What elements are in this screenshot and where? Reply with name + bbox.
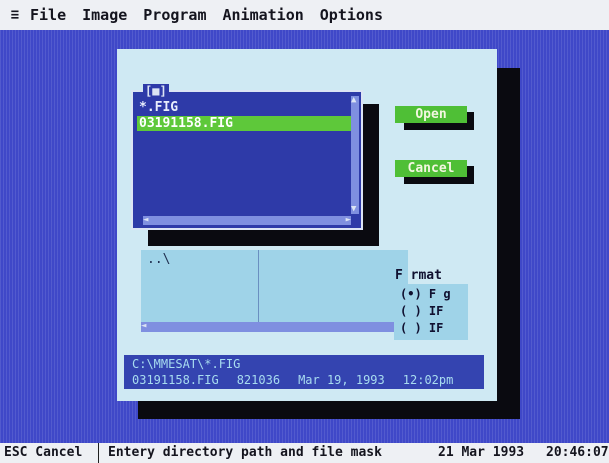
file-list-horizontal-scrollbar[interactable]: ◄ ► [143, 216, 351, 225]
file-list-item[interactable]: *.FIG [139, 100, 178, 115]
menu-bar: ≡ File Image Program Animation Options [0, 0, 609, 30]
file-date-detail: Mar 19, 1993 [298, 373, 385, 387]
menu-file[interactable]: File [30, 6, 66, 24]
menu-animation[interactable]: Animation [223, 6, 304, 24]
scroll-down-arrow-icon[interactable]: ▼ [351, 205, 356, 214]
path-mask-field[interactable]: C:\MMESAT\*.FIG [132, 357, 240, 371]
file-info-panel: C:\MMESAT\*.FIG 03191158.FIG 821036 Mar … [124, 355, 484, 389]
format-options: (•) F g ( ) IF ( ) IF [394, 284, 468, 340]
format-option-2[interactable]: ( ) IF [400, 304, 443, 318]
open-button[interactable]: Open [395, 106, 467, 123]
status-hint: Entery directory path and file mask [108, 445, 382, 460]
esc-cancel-hint[interactable]: ESC Cancel [4, 445, 82, 460]
status-separator [98, 443, 99, 463]
parent-directory-item[interactable]: ..\ [147, 252, 170, 267]
status-time: 20:46:07 [546, 445, 609, 460]
scroll-up-arrow-icon[interactable]: ▲ [351, 96, 356, 105]
status-bar: ESC Cancel Entery directory path and fil… [0, 443, 609, 463]
file-name-detail: 03191158.FIG [132, 373, 219, 387]
file-list-vertical-scrollbar[interactable]: ▲ ▼ [351, 96, 359, 214]
directory-horizontal-scrollbar[interactable]: ◄ [141, 322, 408, 332]
file-list-close-icon[interactable]: [■] [143, 84, 169, 98]
file-list[interactable]: [■] *.FIG 03191158.FIG ▲ ▼ ◄ ► [131, 84, 363, 230]
format-label: F rmat [395, 268, 442, 283]
cancel-button[interactable]: Cancel [395, 160, 467, 177]
system-menu-icon[interactable]: ≡ [6, 4, 24, 26]
status-date: 21 Mar 1993 [438, 445, 525, 460]
directory-list[interactable]: ..\ [141, 250, 408, 324]
scroll-right-arrow-icon[interactable]: ► [346, 216, 351, 225]
format-option-3[interactable]: ( ) IF [400, 321, 443, 335]
file-time-detail: 12:02pm [402, 373, 454, 387]
directory-divider [258, 250, 259, 324]
menu-program[interactable]: Program [143, 6, 206, 24]
dir-scroll-left-icon[interactable]: ◄ [141, 322, 146, 331]
file-size-detail: 821036 [236, 373, 281, 387]
menu-image[interactable]: Image [82, 6, 127, 24]
file-list-item-selected[interactable]: 03191158.FIG [137, 116, 355, 131]
menu-options[interactable]: Options [320, 6, 383, 24]
scroll-left-arrow-icon[interactable]: ◄ [143, 216, 148, 225]
format-option-fig[interactable]: (•) F g [400, 287, 451, 301]
file-details: 03191158.FIG 821036 Mar 19, 1993 12:02pm [132, 373, 453, 387]
